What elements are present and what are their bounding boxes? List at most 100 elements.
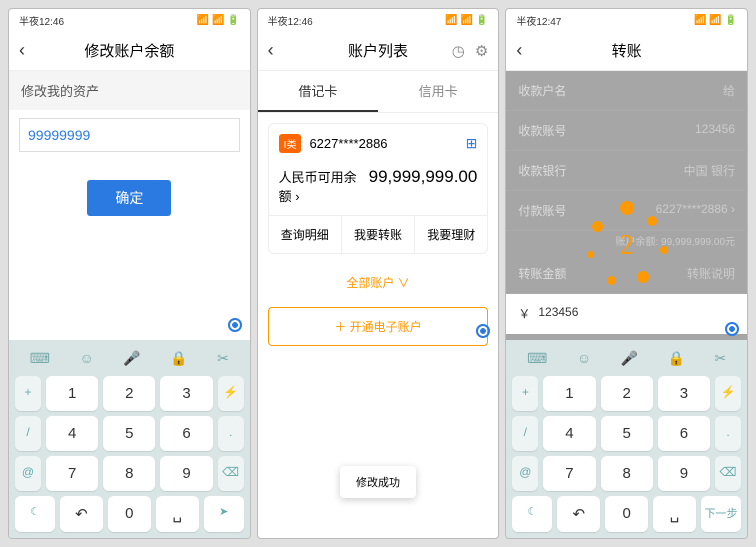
key-9[interactable]: 9 xyxy=(658,456,710,491)
status-bar: 半夜12:46 📶 📶 🔋 xyxy=(258,9,499,31)
status-time: 半夜12:47 xyxy=(516,13,561,28)
status-bar: 半夜12:46 📶 📶 🔋 xyxy=(9,9,250,31)
back-icon[interactable]: ‹ xyxy=(268,40,274,61)
key-mode[interactable]: ☾ xyxy=(15,496,55,532)
balance-amount: 99,999,999.00 xyxy=(369,167,478,205)
screen-modify-balance: 半夜12:46 📶 📶 🔋 ‹ 修改账户余额 修改我的资产 确定 ⌨ ☺ 🎤 🔒… xyxy=(8,8,251,539)
content: 收款户名给 收款账号123456 收款银行中国 银行 付款账号6227****2… xyxy=(506,71,747,340)
backspace-icon[interactable]: ⌫ xyxy=(218,456,244,491)
gear-icon[interactable]: ⚙ xyxy=(475,42,488,60)
kbd-tool-icon[interactable]: ✂ xyxy=(217,350,229,367)
balance-label[interactable]: 人民币可用余额 › xyxy=(279,167,369,205)
key-7[interactable]: 7 xyxy=(46,456,98,491)
content: 修改我的资产 确定 xyxy=(9,71,250,340)
float-assist-icon[interactable] xyxy=(725,322,739,336)
key-4[interactable]: 4 xyxy=(543,416,595,451)
key-7[interactable]: 7 xyxy=(543,456,595,491)
key-0[interactable]: 0 xyxy=(108,496,151,532)
tabs: 借记卡 信用卡 xyxy=(258,71,499,113)
key-symbol[interactable]: + xyxy=(15,376,41,411)
amount-input[interactable]: 123456 xyxy=(538,305,735,322)
payee-acct-value[interactable]: 123456 xyxy=(695,122,735,139)
backspace-icon[interactable]: ⌫ xyxy=(715,456,741,491)
page-title: 账户列表 xyxy=(348,40,408,61)
all-accounts-toggle[interactable]: 全部账户 ∨ xyxy=(258,264,499,301)
key-symbol[interactable]: . xyxy=(218,416,244,451)
card-type-badge: I类 xyxy=(279,134,302,153)
kbd-tool-icon[interactable]: 🎤 xyxy=(621,350,638,367)
key-space-icon[interactable]: ␣ xyxy=(653,496,696,532)
toast-message: 修改成功 xyxy=(340,466,416,498)
float-assist-icon[interactable] xyxy=(476,324,490,338)
back-icon[interactable]: ‹ xyxy=(516,40,522,61)
key-3[interactable]: 3 xyxy=(160,376,212,411)
key-return-icon[interactable]: ↶ xyxy=(557,496,600,532)
balance-input[interactable] xyxy=(19,118,240,152)
status-time: 半夜12:46 xyxy=(268,13,313,28)
key-1[interactable]: 1 xyxy=(543,376,595,411)
nav-bar: ‹ 转账 xyxy=(506,31,747,71)
back-icon[interactable]: ‹ xyxy=(19,40,25,61)
kbd-tool-icon[interactable]: ✂ xyxy=(714,350,726,367)
kbd-tool-icon[interactable]: ⌨ xyxy=(30,350,50,367)
confirm-button[interactable]: 确定 xyxy=(87,180,171,216)
page-title: 转账 xyxy=(612,40,642,61)
field-label: 修改我的资产 xyxy=(9,71,250,110)
kbd-tool-icon[interactable]: ⌨ xyxy=(527,350,547,367)
key-1[interactable]: 1 xyxy=(46,376,98,411)
payer-value[interactable]: 6227****2886 › xyxy=(656,202,735,219)
key-4[interactable]: 4 xyxy=(46,416,98,451)
transfer-help-link[interactable]: 转账说明 xyxy=(687,265,735,282)
key-symbol[interactable]: @ xyxy=(512,456,538,491)
key-bolt-icon[interactable]: ⚡ xyxy=(715,376,741,411)
key-8[interactable]: 8 xyxy=(103,456,155,491)
nav-bar: ‹ 修改账户余额 xyxy=(9,31,250,71)
key-2[interactable]: 2 xyxy=(601,376,653,411)
action-query[interactable]: 查询明细 xyxy=(269,216,342,253)
payer-balance-note: 账户余额: 99,999,999.00元 xyxy=(506,231,747,254)
key-2[interactable]: 2 xyxy=(103,376,155,411)
kbd-tool-icon[interactable]: 🎤 xyxy=(123,350,140,367)
key-symbol[interactable]: / xyxy=(512,416,538,451)
qr-icon[interactable]: ⊞ xyxy=(466,135,478,152)
action-invest[interactable]: 我要理财 xyxy=(415,216,487,253)
key-5[interactable]: 5 xyxy=(601,416,653,451)
open-eaccount-button[interactable]: ＋ 开通电子账户 xyxy=(268,307,489,346)
status-icons: 📶 📶 🔋 xyxy=(694,15,737,26)
key-0[interactable]: 0 xyxy=(605,496,648,532)
content: 借记卡 信用卡 I类 6227****2886 ⊞ 人民币可用余额 › 99,9… xyxy=(258,71,499,538)
payee-bank-label: 收款银行 xyxy=(518,162,566,179)
key-3[interactable]: 3 xyxy=(658,376,710,411)
key-6[interactable]: 6 xyxy=(160,416,212,451)
nav-bar: ‹ 账户列表 ◷ ⚙ xyxy=(258,31,499,71)
payee-name-value[interactable]: 给 xyxy=(723,82,735,99)
action-transfer[interactable]: 我要转账 xyxy=(342,216,415,253)
key-symbol[interactable]: / xyxy=(15,416,41,451)
kbd-tool-icon[interactable]: 🔒 xyxy=(170,350,187,367)
key-next[interactable]: 下一步 xyxy=(701,496,741,532)
key-8[interactable]: 8 xyxy=(601,456,653,491)
kbd-tool-icon[interactable]: ☺ xyxy=(577,350,591,367)
key-symbol[interactable]: @ xyxy=(15,456,41,491)
payee-acct-label: 收款账号 xyxy=(518,122,566,139)
key-5[interactable]: 5 xyxy=(103,416,155,451)
key-symbol[interactable]: + xyxy=(512,376,538,411)
kbd-tool-icon[interactable]: ☺ xyxy=(79,350,93,367)
status-icons: 📶 📶 🔋 xyxy=(445,15,488,26)
key-6[interactable]: 6 xyxy=(658,416,710,451)
key-send-icon[interactable]: ➤ xyxy=(204,496,244,532)
tab-credit[interactable]: 信用卡 xyxy=(378,71,498,112)
key-space-icon[interactable]: ␣ xyxy=(156,496,199,532)
key-bolt-icon[interactable]: ⚡ xyxy=(218,376,244,411)
key-symbol[interactable]: . xyxy=(715,416,741,451)
payee-name-label: 收款户名 xyxy=(518,82,566,99)
screen-transfer: 半夜12:47 📶 📶 🔋 ‹ 转账 收款户名给 收款账号123456 收款银行… xyxy=(505,8,748,539)
payee-bank-value[interactable]: 中国 银行 xyxy=(684,162,735,179)
tab-debit[interactable]: 借记卡 xyxy=(258,71,378,112)
kbd-tool-icon[interactable]: 🔒 xyxy=(668,350,685,367)
key-9[interactable]: 9 xyxy=(160,456,212,491)
clock-icon[interactable]: ◷ xyxy=(452,42,465,60)
float-assist-icon[interactable] xyxy=(228,318,242,332)
key-mode[interactable]: ☾ xyxy=(512,496,552,532)
key-return-icon[interactable]: ↶ xyxy=(60,496,103,532)
